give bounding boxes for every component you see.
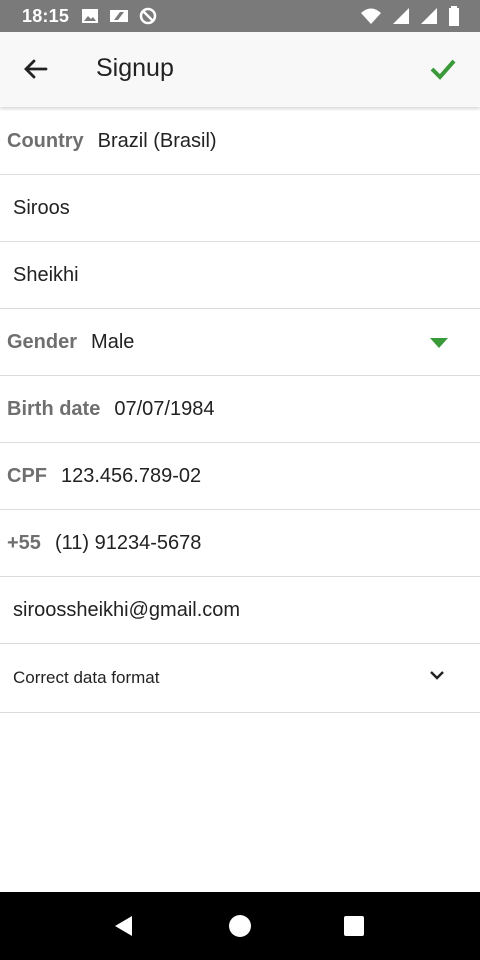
chevron-down-icon[interactable]: [428, 666, 446, 684]
status-icons-left: [81, 7, 157, 25]
cpf-value: 123.456.789-02: [61, 464, 202, 487]
home-circle-icon[interactable]: [228, 914, 252, 938]
back-button[interactable]: [18, 52, 52, 86]
country-field[interactable]: Country Brazil (Brasil): [0, 108, 480, 175]
email-value: siroossheikhi@gmail.com: [13, 598, 241, 621]
phone-value: (11) 91234-5678: [54, 531, 202, 554]
signal-icon-2: [421, 8, 437, 24]
recents-square-icon[interactable]: [342, 914, 366, 938]
checkmark-icon: [430, 59, 456, 80]
gender-field[interactable]: Gender Male: [0, 309, 480, 376]
back-triangle-icon[interactable]: [112, 914, 136, 938]
country-value: Brazil (Brasil): [97, 129, 217, 152]
signal-icon: [393, 8, 409, 24]
first-name-field[interactable]: Siroos: [0, 175, 480, 242]
image-icon: [82, 9, 99, 23]
gender-label: Gender: [7, 330, 78, 353]
phone-field[interactable]: +55 (11) 91234-5678: [0, 510, 480, 577]
no-disturb-icon: [139, 7, 157, 25]
confirm-button[interactable]: [426, 52, 460, 86]
email-field[interactable]: siroossheikhi@gmail.com: [0, 577, 480, 644]
birth-date-label: Birth date: [7, 397, 101, 420]
gender-value: Male: [91, 330, 135, 353]
first-name-value: Siroos: [13, 196, 70, 219]
battery-icon: [449, 6, 459, 26]
status-icons-right: [360, 6, 460, 26]
last-name-value: Sheikhi: [13, 263, 79, 286]
navigation-bar: [0, 892, 480, 960]
cpf-label: CPF: [7, 464, 47, 487]
phone-country-code: +55: [7, 531, 41, 554]
last-name-field[interactable]: Sheikhi: [0, 242, 480, 309]
country-label: Country: [7, 129, 84, 152]
app-bar: Signup: [0, 32, 480, 107]
status-time: 18:15: [22, 5, 70, 26]
wifi-icon: [361, 8, 381, 24]
cpf-field[interactable]: CPF 123.456.789-02: [0, 443, 480, 510]
status-bar: 18:15: [0, 0, 480, 32]
page-title: Signup: [96, 54, 174, 82]
data-format-label: Correct data format: [13, 668, 160, 687]
ticket-icon: [110, 10, 129, 22]
signup-form: Country Brazil (Brasil) Siroos Sheikhi G…: [0, 108, 480, 713]
birth-date-field[interactable]: Birth date 07/07/1984: [0, 376, 480, 443]
dropdown-caret-icon[interactable]: [430, 338, 448, 348]
data-format-toggle[interactable]: Correct data format: [0, 644, 480, 713]
birth-date-value: 07/07/1984: [114, 397, 215, 420]
arrow-left-icon: [24, 59, 48, 79]
